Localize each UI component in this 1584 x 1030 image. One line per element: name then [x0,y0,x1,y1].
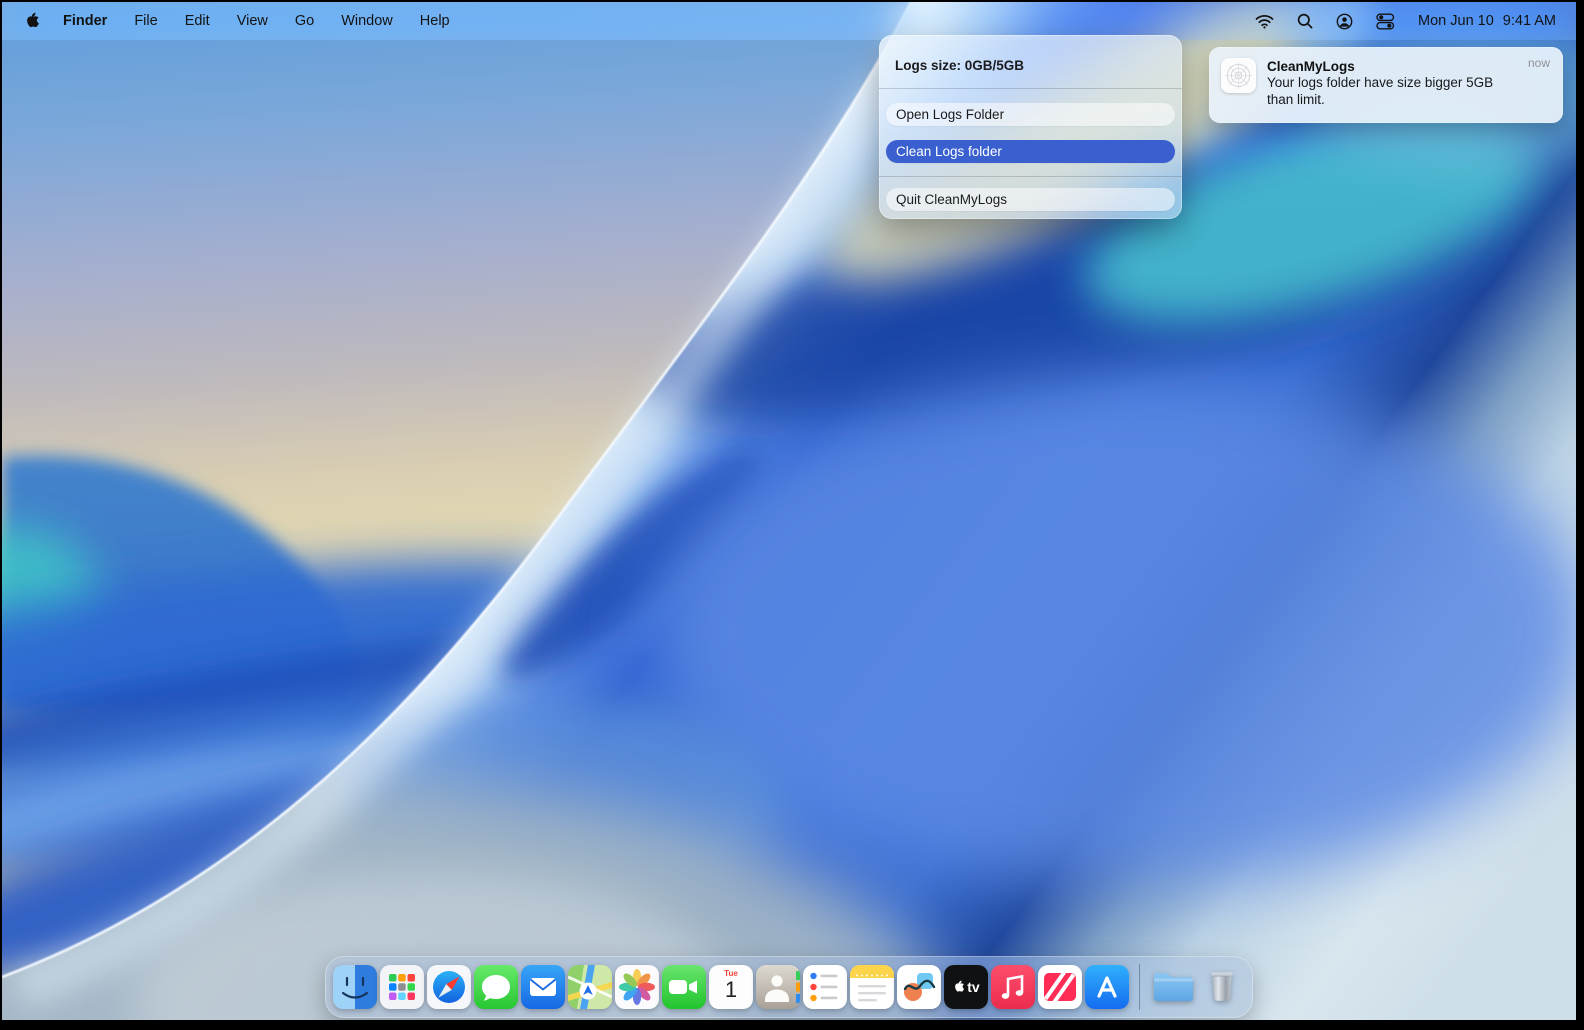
dock-icon-freeform[interactable] [897,965,941,1009]
notification-banner[interactable]: CleanMyLogs Your logs folder have size b… [1209,47,1563,123]
menubar-clock[interactable]: Mon Jun 10 9:41 AM [1418,13,1556,29]
apple-menu-icon[interactable] [23,11,40,31]
wallpaper [2,2,1576,1020]
menu-item-open-logs-folder[interactable]: Open Logs Folder [886,103,1175,126]
cleanmylogs-menu-popup: Logs size: 0GB/5GB Open Logs Folder Clea… [879,35,1182,219]
clock-time: 9:41 AM [1502,13,1556,29]
dock-icon-apple-tv[interactable]: tv [944,965,988,1009]
dock-divider [1139,964,1140,1010]
dock-icon-music[interactable] [991,965,1035,1009]
dock-icon-finder[interactable] [333,965,377,1009]
user-icon[interactable] [1336,13,1353,30]
menubar-app-name[interactable]: Finder [63,13,107,29]
dock-icon-notes[interactable] [850,965,894,1009]
control-center-icon[interactable] [1376,13,1395,30]
menubar-item-view[interactable]: View [237,13,268,29]
dock-icon-safari[interactable] [427,965,471,1009]
menubar-item-go[interactable]: Go [295,13,314,29]
wifi-icon[interactable] [1255,14,1274,29]
calendar-day: 1 [724,977,738,1002]
menubar-item-file[interactable]: File [134,13,157,29]
dock-icon-contacts[interactable] [756,965,800,1009]
menubar-item-window[interactable]: Window [341,13,393,29]
menu-item-quit-cleanmylogs[interactable]: Quit CleanMyLogs [886,188,1175,211]
menu-separator [879,88,1182,89]
dock-icon-trash[interactable] [1199,965,1245,1009]
clock-date: Mon Jun 10 [1418,13,1494,29]
dock-icon-news[interactable] [1038,965,1082,1009]
search-icon[interactable] [1297,13,1313,29]
apple-tv-label: tv [967,979,980,995]
notification-title: CleanMyLogs [1267,59,1355,74]
dock-icon-app-store[interactable] [1085,965,1129,1009]
dock-icon-messages[interactable] [474,965,518,1009]
dock-icon-maps[interactable] [568,965,612,1009]
dock: Tue 1 tv [325,956,1253,1018]
cleanmylogs-app-icon [1221,58,1256,93]
dock-icon-reminders[interactable] [803,965,847,1009]
menubar-item-edit[interactable]: Edit [185,13,210,29]
dock-icon-launchpad[interactable] [380,965,424,1009]
dock-icon-photos[interactable] [615,965,659,1009]
dock-icon-facetime[interactable] [662,965,706,1009]
dock-icon-calendar[interactable]: Tue 1 [709,965,753,1009]
menu-separator [879,176,1182,177]
menu-bar: Finder File Edit View Go Window Help Mon… [2,2,1576,40]
dock-icon-downloads-folder[interactable] [1150,965,1196,1009]
notification-body: Your logs folder have size bigger 5GB th… [1267,75,1494,107]
logs-size-status: Logs size: 0GB/5GB [895,58,1025,73]
menu-item-clean-logs-folder[interactable]: Clean Logs folder [886,140,1175,163]
dock-icon-mail[interactable] [521,965,565,1009]
notification-timestamp: now [1527,56,1550,70]
menubar-item-help[interactable]: Help [420,13,450,29]
desktop: Finder File Edit View Go Window Help Mon… [2,2,1576,1020]
